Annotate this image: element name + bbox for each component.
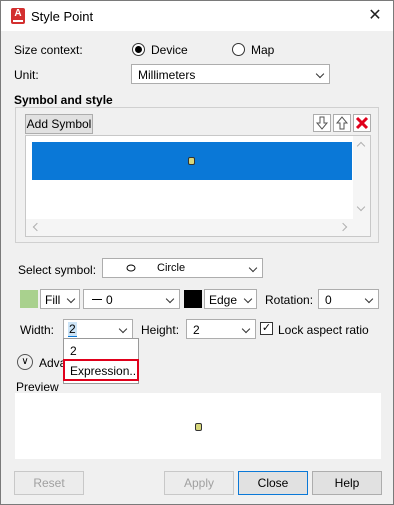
rotation-label: Rotation: [265, 293, 314, 307]
width-value[interactable]: 2 [68, 322, 77, 337]
fill-label: Fill [45, 293, 61, 307]
style-point-dialog: A Style Point ✕ Size context: Device Map… [0, 0, 394, 505]
radio-device-label: Device [151, 43, 188, 57]
close-button[interactable]: Close [238, 471, 308, 495]
chevron-down-icon [315, 69, 325, 79]
symbol-layer-list[interactable] [25, 135, 371, 237]
select-symbol-dropdown[interactable]: Circle [102, 258, 263, 278]
edge-color-swatch[interactable] [184, 290, 202, 308]
line-style-value: 0 [106, 293, 113, 307]
preview-area [15, 393, 381, 459]
scroll-down-icon[interactable] [356, 202, 366, 212]
unit-value: Millimeters [138, 68, 196, 82]
chevron-down-icon [364, 294, 374, 304]
line-style-dropdown[interactable]: 0 [83, 289, 180, 309]
select-symbol-value: Circle [157, 262, 186, 274]
width-option-2[interactable]: 2 [70, 344, 77, 358]
scroll-left-icon[interactable] [32, 222, 42, 232]
point-symbol-icon [188, 157, 195, 165]
apply-button[interactable]: Apply [164, 471, 234, 495]
chevron-down-icon [165, 294, 175, 304]
horizontal-scrollbar[interactable] [26, 219, 370, 236]
width-combo[interactable]: 2 [63, 319, 133, 339]
edge-dropdown[interactable]: Edge [204, 289, 257, 309]
radio-map-label: Map [251, 43, 275, 57]
vertical-scrollbar[interactable] [353, 136, 370, 220]
close-window-icon[interactable]: ✕ [365, 6, 385, 26]
arrow-up-icon[interactable] [333, 114, 351, 132]
width-label: Width: [20, 323, 55, 337]
chevron-down-icon [248, 263, 258, 273]
rotation-combo[interactable]: 0 [318, 289, 379, 309]
symbol-layer-row-selected[interactable] [32, 142, 352, 180]
help-button[interactable]: Help [312, 471, 382, 495]
symbol-style-heading: Symbol and style [14, 93, 113, 107]
lock-aspect-checkbox[interactable]: ✓ [260, 322, 273, 335]
unit-label: Unit: [14, 68, 39, 82]
preview-label: Preview [16, 380, 59, 394]
line-style-icon [92, 299, 102, 300]
scroll-right-icon[interactable] [338, 222, 348, 232]
expand-advanced-icon[interactable]: ∨ [17, 354, 33, 370]
chevron-down-icon [118, 324, 128, 334]
radio-device[interactable] [132, 43, 145, 56]
fill-dropdown[interactable]: Fill [40, 289, 80, 309]
height-value: 2 [193, 323, 200, 337]
window-title: Style Point [31, 9, 94, 24]
reset-button[interactable]: Reset [14, 471, 84, 495]
chevron-down-icon [243, 294, 253, 304]
chevron-down-icon [66, 294, 76, 304]
radio-map[interactable] [232, 43, 245, 56]
lock-aspect-label: Lock aspect ratio [278, 323, 369, 337]
fill-color-swatch[interactable] [20, 290, 38, 308]
size-context-label: Size context: [14, 43, 83, 57]
rotation-value: 0 [325, 293, 332, 307]
title-bar: A Style Point ✕ [1, 1, 393, 31]
edge-label: Edge [209, 293, 238, 307]
preview-point-icon [195, 423, 202, 431]
scroll-up-icon[interactable] [356, 141, 366, 151]
height-label: Height: [141, 323, 180, 337]
chevron-down-icon [241, 324, 251, 334]
expression-highlight [63, 359, 139, 381]
delete-x-icon[interactable] [353, 114, 371, 132]
unit-select[interactable]: Millimeters [131, 64, 330, 84]
circle-symbol-icon [126, 264, 136, 272]
height-combo[interactable]: 2 [186, 319, 256, 339]
select-symbol-label: Select symbol: [18, 263, 97, 277]
app-logo-icon: A [11, 8, 25, 24]
add-symbol-button[interactable]: Add Symbol [25, 114, 93, 134]
arrow-down-icon[interactable] [313, 114, 331, 132]
